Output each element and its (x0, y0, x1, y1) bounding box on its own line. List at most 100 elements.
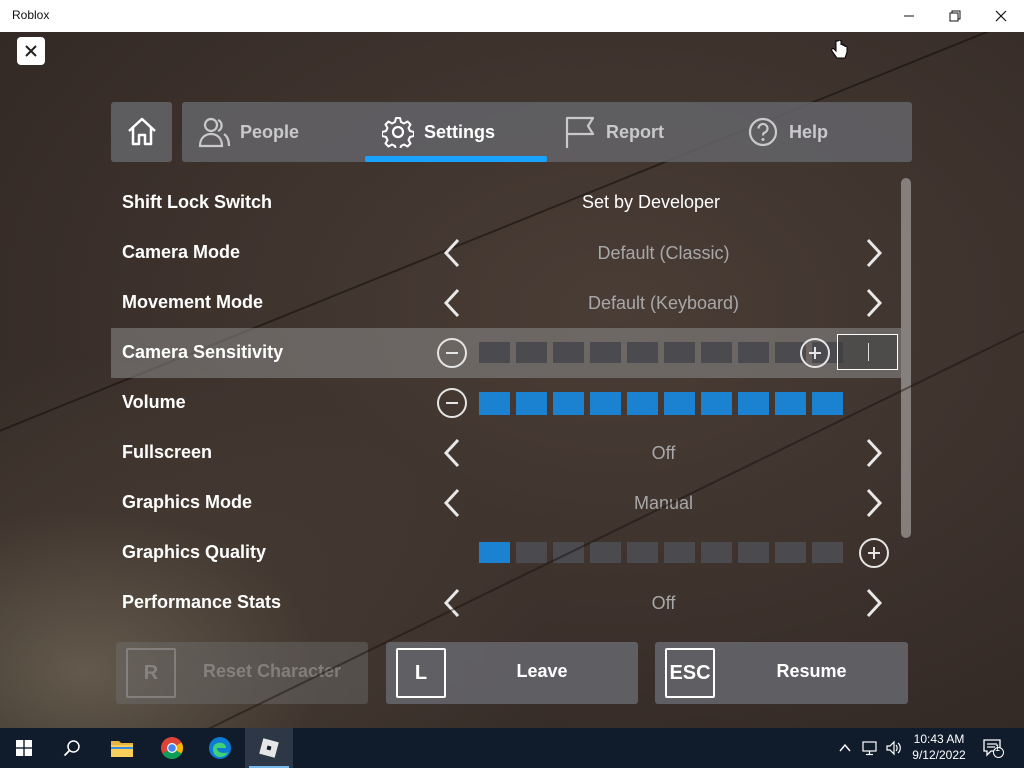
reset-character-button[interactable]: R Reset Character (116, 642, 368, 704)
graphics-quality-slider[interactable] (479, 542, 843, 563)
window-title: Roblox (12, 8, 50, 22)
search-button[interactable] (48, 728, 96, 768)
chevron-left-icon[interactable] (437, 588, 467, 618)
setting-label: Volume (122, 392, 186, 412)
window-titlebar: Roblox (0, 0, 1024, 32)
level-segment[interactable] (516, 342, 547, 363)
level-segment[interactable] (812, 542, 843, 563)
edge-button[interactable] (196, 728, 244, 768)
restore-icon (949, 10, 961, 22)
setting-label: Graphics Mode (122, 492, 253, 512)
setting-label: Movement Mode (122, 292, 264, 312)
setting-label: Graphics Quality (122, 542, 267, 562)
level-segment[interactable] (516, 542, 547, 563)
settings-scrollbar[interactable] (901, 178, 911, 538)
chrome-button[interactable] (148, 728, 196, 768)
chevron-right-icon[interactable] (859, 438, 889, 468)
resume-button[interactable]: ESC Resume (655, 642, 908, 704)
setting-value: Set by Developer (581, 192, 721, 212)
level-segment[interactable] (553, 342, 584, 363)
level-segment[interactable] (812, 392, 843, 415)
level-segment[interactable] (701, 342, 732, 363)
level-segment[interactable] (627, 542, 658, 563)
windows-logo-icon (16, 740, 32, 756)
show-hidden-icons-button[interactable] (838, 728, 852, 768)
level-segment[interactable] (701, 392, 732, 415)
chevron-left-icon[interactable] (437, 438, 467, 468)
level-segment[interactable] (738, 342, 769, 363)
level-segment[interactable] (590, 342, 621, 363)
close-window-button[interactable] (978, 0, 1024, 32)
sensitivity-input[interactable] (837, 334, 898, 370)
level-segment[interactable] (553, 542, 584, 563)
chevron-right-icon[interactable] (859, 488, 889, 518)
level-segment[interactable] (775, 542, 806, 563)
volume-icon[interactable] (885, 728, 903, 768)
decrease-button[interactable] (437, 388, 467, 418)
network-icon[interactable] (862, 728, 880, 768)
home-tab[interactable] (111, 102, 172, 162)
tab-help-label: Help (789, 121, 829, 142)
level-segment[interactable] (701, 542, 732, 563)
keybind-badge: ESC (665, 648, 715, 698)
settings-list: Shift Lock Switch Set by Developer Camer… (111, 178, 901, 628)
chevron-right-icon[interactable] (859, 588, 889, 618)
sensitivity-slider[interactable] (479, 342, 843, 363)
tab-help[interactable]: Help (745, 102, 828, 162)
chevron-left-icon[interactable] (437, 288, 467, 318)
restore-button[interactable] (932, 0, 978, 32)
level-segment[interactable] (590, 542, 621, 563)
file-explorer-button[interactable] (98, 728, 146, 768)
level-segment[interactable] (479, 342, 510, 363)
level-segment[interactable] (516, 392, 547, 415)
chevron-left-icon[interactable] (437, 488, 467, 518)
minus-icon (446, 402, 458, 404)
help-icon (745, 114, 781, 150)
start-button[interactable] (0, 728, 48, 768)
chevron-right-icon[interactable] (859, 238, 889, 268)
edge-icon (209, 737, 231, 759)
keybind-badge: R (126, 648, 176, 698)
leave-button[interactable]: L Leave (386, 642, 638, 704)
notifications-button[interactable]: 1 (982, 728, 1004, 768)
button-label: Reset Character (202, 661, 342, 681)
chevron-right-icon[interactable] (859, 288, 889, 318)
level-segment[interactable] (664, 342, 695, 363)
level-segment[interactable] (738, 542, 769, 563)
setting-graphics-mode: Graphics Mode Manual (111, 478, 901, 528)
level-segment[interactable] (627, 342, 658, 363)
close-menu-button[interactable] (17, 37, 45, 65)
level-segment[interactable] (553, 392, 584, 415)
level-segment[interactable] (479, 392, 510, 415)
level-segment[interactable] (479, 542, 510, 563)
chevron-left-icon[interactable] (437, 238, 467, 268)
chevron-up-icon (839, 743, 851, 752)
volume-slider[interactable] (479, 392, 843, 415)
keybind-badge: L (396, 648, 446, 698)
minimize-button[interactable] (886, 0, 932, 32)
level-segment[interactable] (590, 392, 621, 415)
minus-icon (446, 352, 458, 354)
level-segment[interactable] (627, 392, 658, 415)
setting-value: Default (Classic) (597, 243, 730, 263)
tab-report[interactable]: Report (562, 102, 664, 162)
increase-button[interactable] (859, 538, 889, 568)
plus-icon (868, 547, 880, 559)
hand-cursor-icon (830, 39, 848, 66)
increase-button[interactable] (800, 338, 830, 368)
level-segment[interactable] (775, 392, 806, 415)
tab-settings[interactable]: Settings (380, 102, 495, 162)
system-clock[interactable]: 10:43 AM 9/12/2022 (908, 731, 970, 763)
decrease-button[interactable] (437, 338, 467, 368)
roblox-button[interactable] (245, 728, 293, 768)
roblox-icon (259, 738, 279, 758)
notification-count: 1 (995, 743, 1001, 753)
level-segment[interactable] (664, 542, 695, 563)
level-segment[interactable] (738, 392, 769, 415)
clock-date: 9/12/2022 (912, 748, 966, 762)
setting-movement-mode: Movement Mode Default (Keyboard) (111, 278, 901, 328)
search-icon (63, 740, 80, 757)
home-icon (127, 117, 156, 146)
tab-people[interactable]: People (196, 102, 299, 162)
level-segment[interactable] (664, 392, 695, 415)
